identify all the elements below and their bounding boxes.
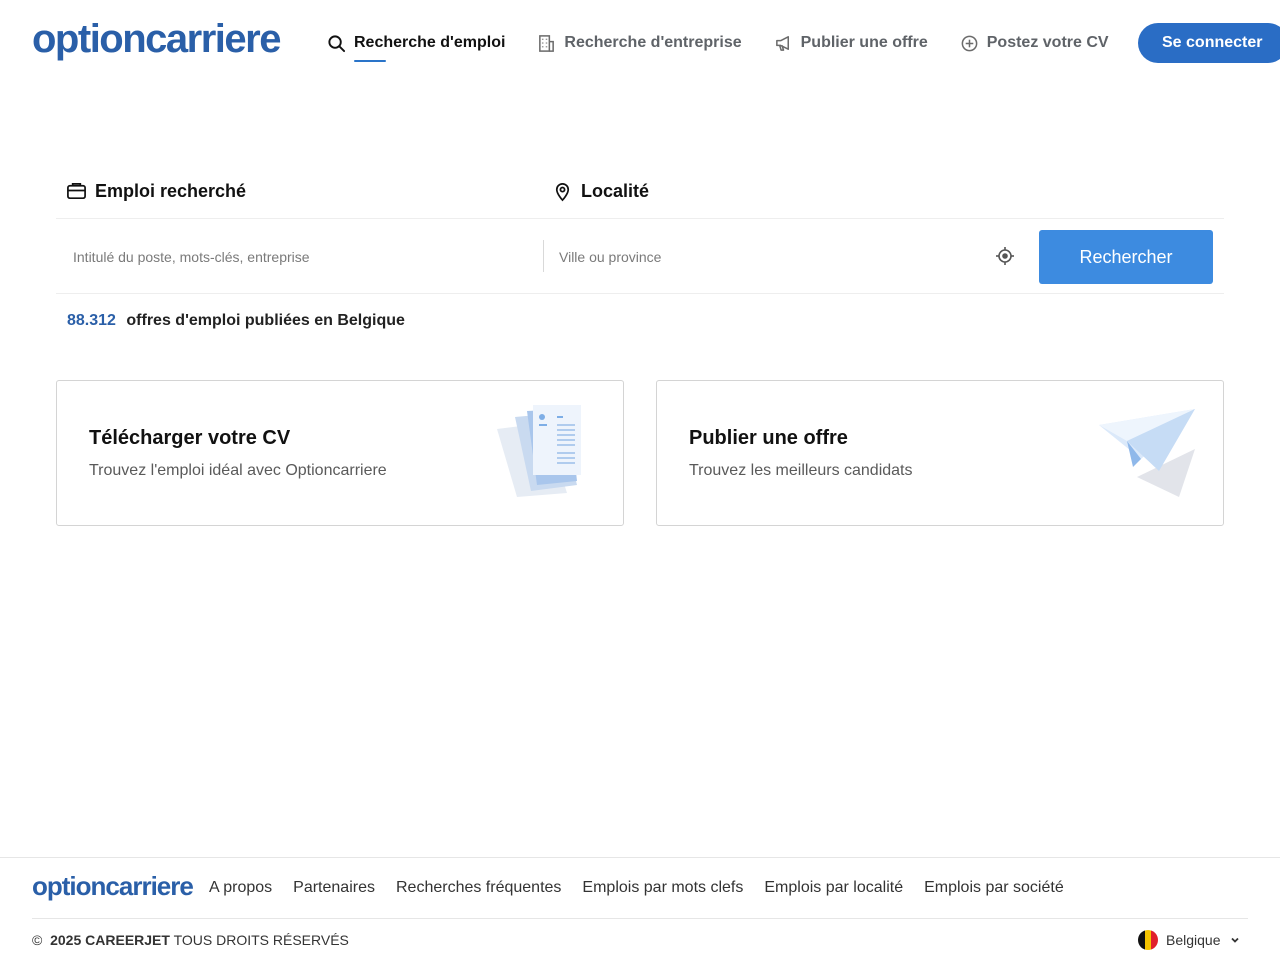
footer-link-jobs-by-keyword[interactable]: Emplois par mots clefs [582,879,743,897]
building-icon [539,34,555,52]
location-input[interactable] [548,239,968,275]
copyright-rights: TOUS DROITS RÉSERVÉS [173,932,349,948]
megaphone-icon [775,35,789,51]
footer: optioncarriere A propos Partenaires Rech… [0,857,1280,960]
card-subtitle: Trouvez les meilleurs candidats [689,462,913,479]
nav-label: Postez votre CV [986,34,1109,51]
search-button[interactable]: Rechercher [1039,230,1213,284]
nav-label: Recherche d'entreprise [564,34,742,51]
login-button[interactable]: Se connecter [1138,23,1280,63]
briefcase-icon [67,183,86,200]
nav-post-offer[interactable]: Publier une offre [774,30,928,56]
footer-link-about[interactable]: A propos [209,879,272,897]
card-subtitle: Trouvez l'emploi idéal avec Optioncarrie… [89,462,387,479]
upload-cv-card[interactable]: Télécharger votre CV Trouvez l'emploi id… [56,380,624,526]
paper-plane-illustration-icon [1099,409,1195,497]
footer-link-jobs-by-company[interactable]: Emplois par société [924,879,1064,897]
job-label-text: Emploi recherché [95,181,247,201]
job-count: 88.312 offres d'emploi publiées en Belgi… [67,312,405,330]
job-count-number: 88.312 [67,312,116,329]
input-divider [543,240,544,272]
footer-logo[interactable]: optioncarriere [32,873,194,899]
job-label: Emploi recherché [66,181,246,202]
nav-job-search[interactable]: Recherche d'emploi [327,30,505,56]
country-name: Belgique [1166,932,1221,948]
card-title: Publier une offre [689,427,848,449]
header: optioncarriere Recherche d'emploi Recher… [0,0,1280,86]
job-search-input[interactable] [62,239,532,275]
copyright-brand: 2025 CAREERJET [50,932,170,948]
main-nav: Recherche d'emploi Recherche d'entrepris… [327,30,1109,60]
search-labels: Emploi recherché Localité [66,181,1226,205]
card-title: Télécharger votre CV [89,427,291,449]
nav-post-cv[interactable]: Postez votre CV [960,30,1109,56]
geolocate-icon[interactable] [994,245,1016,267]
nav-label: Recherche d'emploi [354,34,506,51]
location-label-text: Localité [581,181,650,201]
location-label: Localité [552,181,649,202]
footer-link-jobs-by-location[interactable]: Emplois par localité [764,879,903,897]
documents-illustration-icon [497,405,581,497]
search-bar: Rechercher [56,218,1224,294]
post-offer-card[interactable]: Publier une offre Trouvez les meilleurs … [656,380,1224,526]
footer-divider [32,918,1248,919]
country-selector[interactable]: Belgique [1138,930,1241,950]
belgium-flag-icon [1138,930,1158,950]
nav-label: Publier une offre [800,34,928,51]
copyright-symbol: © [32,932,43,948]
search-icon [328,34,346,52]
job-count-text: offres d'emploi publiées en Belgique [126,312,405,329]
map-pin-icon [555,183,570,202]
footer-link-frequent-searches[interactable]: Recherches fréquentes [396,879,561,897]
chevron-down-icon [1230,937,1239,943]
nav-company-search[interactable]: Recherche d'entreprise [537,30,742,56]
footer-link-partners[interactable]: Partenaires [293,879,375,897]
footer-links: A propos Partenaires Recherches fréquent… [209,879,1064,897]
plus-circle-icon [961,35,978,51]
logo[interactable]: optioncarriere [32,19,281,59]
copyright: © 2025 CAREERJET TOUS DROITS RÉSERVÉS [32,932,349,948]
